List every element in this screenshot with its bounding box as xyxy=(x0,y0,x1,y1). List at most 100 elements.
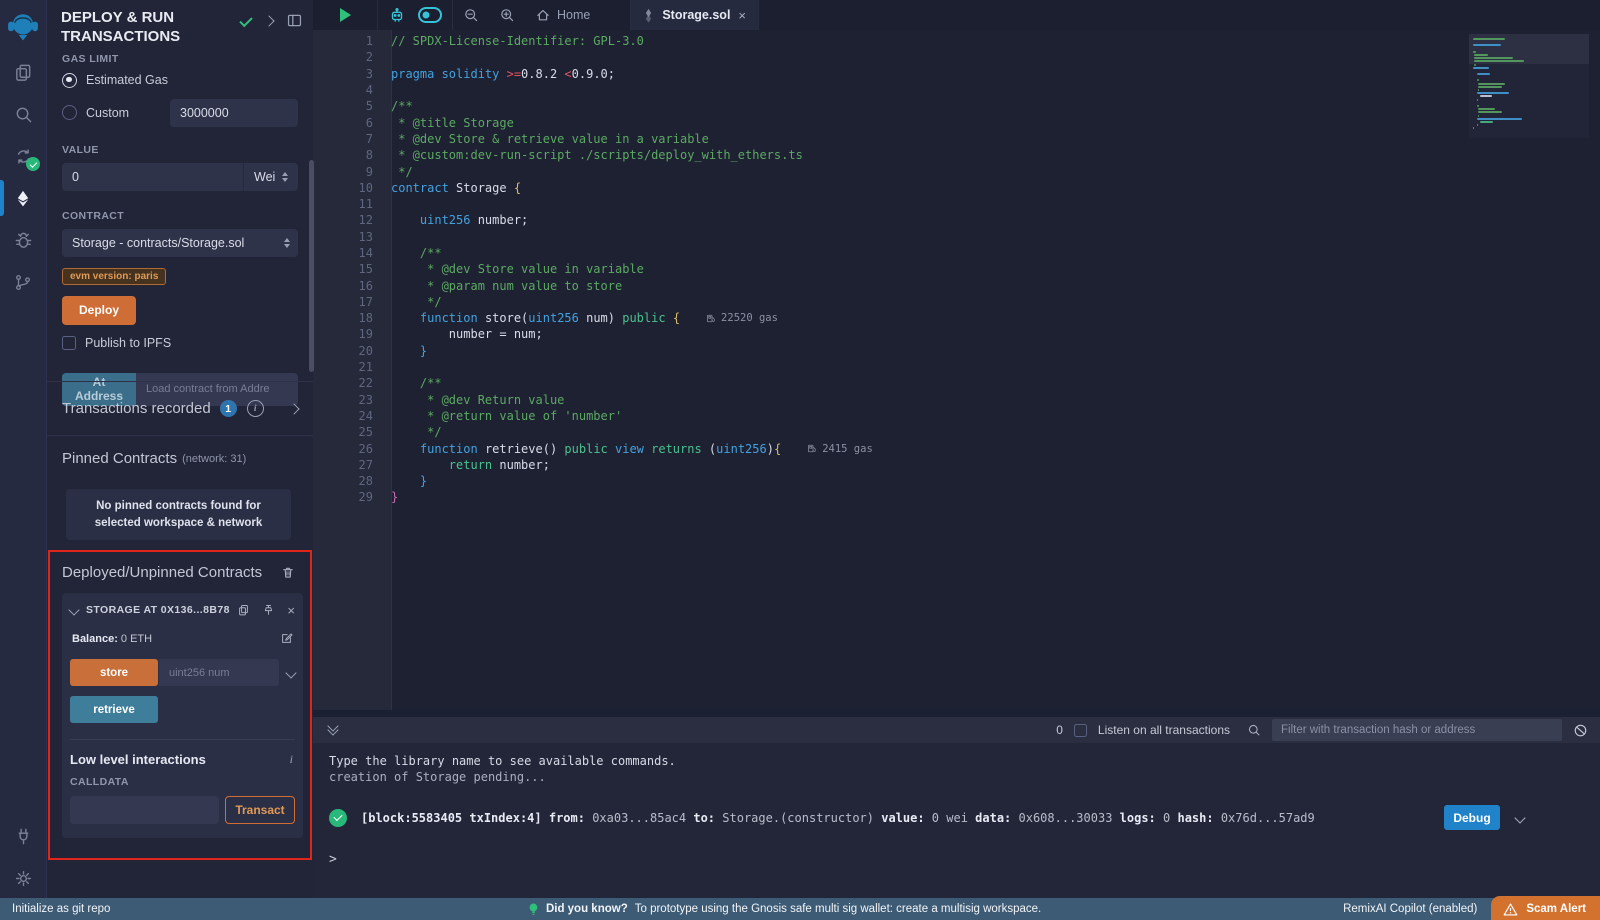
gas-limit-label: GAS LIMIT xyxy=(62,53,298,65)
deploy-button[interactable]: Deploy xyxy=(62,296,136,325)
copy-address-icon[interactable] xyxy=(237,603,250,617)
pinned-contracts-section: Pinned Contracts (network: 31) No pinned… xyxy=(47,436,313,540)
value-label: VALUE xyxy=(62,144,298,156)
listen-all-checkbox[interactable] xyxy=(1074,724,1087,737)
contract-selected: Storage - contracts/Storage.sol xyxy=(72,236,277,250)
listen-all-label: Listen on all transactions xyxy=(1098,723,1230,737)
expand-transaction-icon[interactable] xyxy=(1514,812,1525,823)
copilot-toggle[interactable] xyxy=(416,0,452,30)
edit-balance-icon[interactable] xyxy=(280,632,293,645)
chevron-right-icon[interactable] xyxy=(263,15,274,26)
value-unit-select[interactable]: Wei xyxy=(243,163,298,191)
info-icon[interactable]: i xyxy=(247,400,264,417)
calldata-input[interactable] xyxy=(70,796,219,824)
low-level-info-icon[interactable]: i xyxy=(290,752,293,767)
tab-storage-sol[interactable]: Storage.sol × xyxy=(630,0,759,30)
contract-label: CONTRACT xyxy=(62,210,298,222)
clear-console-icon[interactable] xyxy=(1573,723,1588,738)
store-function-button[interactable]: store xyxy=(70,659,158,686)
value-input[interactable] xyxy=(62,163,243,191)
contract-select[interactable]: Storage - contracts/Storage.sol xyxy=(62,229,298,257)
play-icon xyxy=(340,8,351,22)
zoom-in-button[interactable] xyxy=(489,0,525,30)
pinned-empty-message: No pinned contracts found for selected w… xyxy=(66,489,291,540)
deployed-contracts-section: Deployed/Unpinned Contracts STORAGE AT 0… xyxy=(47,552,313,838)
terminal: 0 Listen on all transactions Type the li… xyxy=(313,710,1600,898)
code-line: 28 } xyxy=(313,473,1600,489)
publish-ipfs-checkbox[interactable] xyxy=(62,336,76,350)
plugin-manager-icon[interactable] xyxy=(0,816,46,856)
code-line: 19 number = num; xyxy=(313,326,1600,342)
deployed-contract-name: STORAGE AT 0X136...8B78 xyxy=(86,604,237,616)
panel-scrollbar[interactable] xyxy=(309,160,314,372)
code-line: 15 * @dev Store value in variable xyxy=(313,261,1600,277)
search-icon[interactable] xyxy=(0,94,46,134)
pin-contract-icon[interactable] xyxy=(262,603,275,617)
code-lines: 1// SPDX-License-Identifier: GPL-3.023pr… xyxy=(313,30,1600,506)
deployed-contract-card: STORAGE AT 0X136...8B78 × Balance: 0 ETH xyxy=(62,593,303,838)
home-label: Home xyxy=(557,8,590,22)
transaction-result-row[interactable]: [block:5583405 txIndex:4] from: 0xa03...… xyxy=(329,805,1600,830)
file-explorer-icon[interactable] xyxy=(0,52,46,92)
terminal-tx-count: 0 xyxy=(1056,723,1063,737)
close-contract-icon[interactable]: × xyxy=(287,604,295,617)
code-line: 3pragma solidity >=0.8.2 <0.9.0; xyxy=(313,66,1600,82)
run-script-button[interactable] xyxy=(313,0,377,30)
copilot-status[interactable]: RemixAI Copilot (enabled) xyxy=(1343,903,1477,915)
debugger-icon[interactable] xyxy=(0,220,46,260)
collapse-terminal-icon[interactable] xyxy=(329,726,337,734)
evm-version-badge: evm version: paris xyxy=(62,268,166,285)
terminal-body: Type the library name to see available c… xyxy=(313,743,1600,867)
pinned-network-label: (network: 31) xyxy=(182,453,246,465)
value-unit: Wei xyxy=(254,170,275,184)
ai-copilot-button[interactable] xyxy=(378,0,416,30)
remix-ide-window: DEPLOY & RUN TRANSACTIONS GAS LIMIT Esti… xyxy=(0,0,1600,920)
terminal-search-icon xyxy=(1247,723,1261,737)
code-line: 2 xyxy=(313,49,1600,65)
chevron-down-icon[interactable] xyxy=(68,604,79,615)
code-editor[interactable]: 1// SPDX-License-Identifier: GPL-3.023pr… xyxy=(313,30,1600,710)
git-icon[interactable] xyxy=(0,262,46,302)
code-line: 17 */ xyxy=(313,294,1600,310)
code-line: 23 * @dev Return value xyxy=(313,392,1600,408)
home-button[interactable]: Home xyxy=(525,0,600,30)
custom-gas-label: Custom xyxy=(86,106,129,120)
editor-toolbar: Home Storage.sol × xyxy=(313,0,1600,31)
terminal-header: 0 Listen on all transactions xyxy=(313,717,1600,743)
code-line: 10contract Storage { xyxy=(313,180,1600,196)
compile-success-badge xyxy=(26,157,40,171)
editor-minimap[interactable] xyxy=(1469,34,1589,138)
zoom-out-button[interactable] xyxy=(453,0,489,30)
check-icon xyxy=(239,14,252,27)
solidity-compiler-icon[interactable] xyxy=(0,136,46,176)
debug-button[interactable]: Debug xyxy=(1444,805,1500,830)
gas-estimate-annotation: 22520 gas xyxy=(706,312,778,324)
code-line: 20 } xyxy=(313,343,1600,359)
close-tab-icon[interactable]: × xyxy=(738,9,746,22)
code-line: 14 /** xyxy=(313,245,1600,261)
code-line: 9 */ xyxy=(313,163,1600,179)
contract-stepper-icon xyxy=(284,238,290,248)
low-level-title: Low level interactions xyxy=(70,752,206,767)
terminal-filter-input[interactable] xyxy=(1272,719,1562,741)
store-args-input[interactable] xyxy=(159,659,279,686)
custom-gas-radio[interactable] xyxy=(62,105,77,120)
expand-args-icon[interactable] xyxy=(285,667,296,678)
trash-icon[interactable] xyxy=(281,565,295,580)
editor-area: Home Storage.sol × 1// SPDX-License-Iden… xyxy=(313,0,1600,898)
pin-panel-icon[interactable] xyxy=(286,12,303,29)
code-line: 6 * @title Storage xyxy=(313,114,1600,130)
remix-logo[interactable] xyxy=(0,4,46,50)
calldata-label: CALLDATA xyxy=(70,776,295,788)
expand-transactions-icon[interactable] xyxy=(288,403,299,414)
git-init-button[interactable]: Initialize as git repo xyxy=(12,903,110,915)
settings-icon[interactable] xyxy=(0,858,46,898)
scam-alert-button[interactable]: Scam Alert xyxy=(1491,896,1600,920)
transact-button[interactable]: Transact xyxy=(225,796,295,824)
custom-gas-input[interactable] xyxy=(170,99,298,127)
retrieve-function-button[interactable]: retrieve xyxy=(70,696,158,723)
transactions-count-badge: 1 xyxy=(220,400,237,417)
tab-name: Storage.sol xyxy=(662,8,730,22)
estimated-gas-radio[interactable] xyxy=(62,73,77,88)
deploy-run-icon[interactable] xyxy=(0,178,46,218)
